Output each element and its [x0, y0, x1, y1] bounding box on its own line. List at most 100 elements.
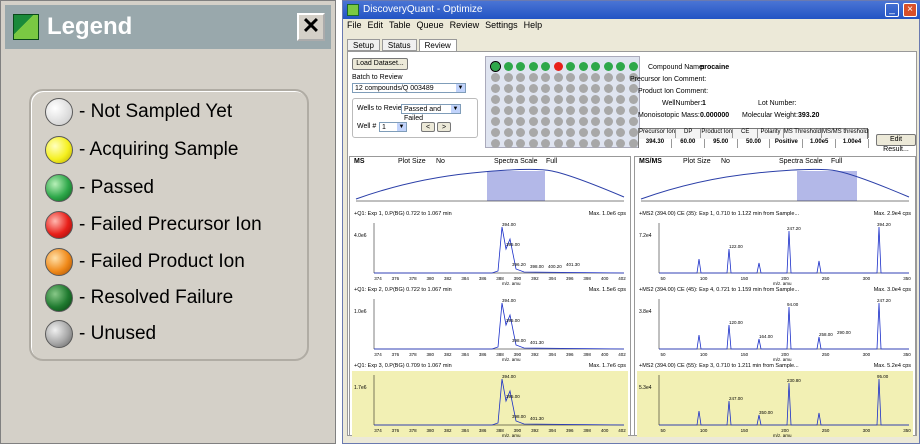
plate-well[interactable]: [503, 128, 513, 137]
msms-spectrum-plot[interactable]: 3.8e450 100 150 200 250 300 350m/z, amu247.209…: [637, 295, 913, 361]
plate-well[interactable]: [491, 128, 500, 137]
plate-well[interactable]: [541, 106, 550, 115]
plate-well[interactable]: [491, 106, 500, 115]
plate-well[interactable]: [566, 95, 575, 104]
msms-spectrum-plot[interactable]: 7.2e450 100 150 200 250 300 350m/z, amu394.202…: [637, 219, 913, 285]
plate-well[interactable]: [528, 117, 538, 126]
tab-status[interactable]: Status: [381, 39, 417, 51]
plate-well[interactable]: [541, 128, 550, 137]
plate-well[interactable]: [491, 95, 500, 104]
plate-well[interactable]: [553, 73, 563, 82]
plate-well[interactable]: [490, 61, 501, 72]
plate-well[interactable]: [491, 139, 500, 148]
app-title-bar[interactable]: DiscoveryQuant - Optimize _ ×: [343, 1, 920, 19]
plate-well[interactable]: [603, 128, 613, 137]
plate-well[interactable]: [491, 117, 500, 126]
plate-well[interactable]: [503, 84, 513, 93]
ms-chromatogram[interactable]: [352, 167, 628, 205]
plate-well[interactable]: [503, 117, 513, 126]
plate-well[interactable]: [566, 84, 575, 93]
menu-file[interactable]: File: [347, 20, 362, 33]
plate-well[interactable]: [516, 106, 525, 115]
ms-spectrum-plot[interactable]: 1.7e6374 376 378 380 382 384 386 388 390 392 394 39…: [352, 371, 628, 437]
plate-well[interactable]: [528, 62, 538, 71]
plate-well[interactable]: [503, 73, 513, 82]
plate-well[interactable]: [578, 139, 588, 148]
plate-well[interactable]: [553, 84, 563, 93]
plate-well[interactable]: [591, 95, 600, 104]
plate-well[interactable]: [541, 84, 550, 93]
plate-well[interactable]: [503, 95, 513, 104]
plate-well[interactable]: [503, 139, 513, 148]
plate-well[interactable]: [628, 95, 638, 104]
plate-well[interactable]: [591, 73, 600, 82]
plate-well[interactable]: [578, 95, 588, 104]
plate-well[interactable]: [578, 84, 588, 93]
plate-well[interactable]: [491, 73, 500, 82]
plate-well[interactable]: [516, 117, 525, 126]
menu-help[interactable]: Help: [524, 20, 543, 33]
plate-well[interactable]: [578, 128, 588, 137]
plate-well[interactable]: [553, 128, 563, 137]
plate-well[interactable]: [566, 139, 575, 148]
plate-well[interactable]: [616, 84, 625, 93]
menu-queue[interactable]: Queue: [417, 20, 444, 33]
next-well-button[interactable]: >: [437, 122, 451, 132]
plate-well[interactable]: [516, 62, 525, 71]
tab-setup[interactable]: Setup: [347, 39, 380, 51]
plate-well[interactable]: [578, 117, 588, 126]
plate-well[interactable]: [566, 128, 575, 137]
tab-review[interactable]: Review: [418, 39, 457, 51]
plate-well[interactable]: [628, 62, 638, 71]
prev-well-button[interactable]: <: [421, 122, 435, 132]
well-plate[interactable]: [485, 56, 640, 148]
plate-well[interactable]: [603, 95, 613, 104]
plate-well[interactable]: [553, 106, 563, 115]
plate-well[interactable]: [591, 117, 600, 126]
menu-table[interactable]: Table: [389, 20, 411, 33]
plate-well[interactable]: [516, 139, 525, 148]
menu-settings[interactable]: Settings: [485, 20, 518, 33]
load-dataset-button[interactable]: Load Dataset...: [352, 58, 408, 70]
plate-well[interactable]: [566, 62, 575, 71]
plate-well[interactable]: [528, 95, 538, 104]
plate-well[interactable]: [578, 62, 588, 71]
plate-well[interactable]: [616, 62, 625, 71]
batch-select[interactable]: 12 compounds/Q 003489 ▼: [352, 83, 466, 93]
plate-well[interactable]: [591, 84, 600, 93]
msms-chromatogram[interactable]: [637, 167, 913, 205]
plate-well[interactable]: [553, 139, 563, 148]
plate-well[interactable]: [541, 117, 550, 126]
ms-spectrum-plot[interactable]: 1.0e6374 376 378 380 382 384 386 388 390 392 394 39…: [352, 295, 628, 361]
plate-well[interactable]: [578, 106, 588, 115]
plate-well[interactable]: [541, 139, 550, 148]
plate-well[interactable]: [516, 84, 525, 93]
plate-well[interactable]: [566, 73, 575, 82]
close-button[interactable]: ✕: [297, 13, 325, 41]
plate-well[interactable]: [503, 106, 513, 115]
plate-well[interactable]: [616, 139, 625, 148]
plate-well[interactable]: [553, 117, 563, 126]
edit-result-button[interactable]: Edit Result...: [876, 134, 916, 153]
plate-well[interactable]: [628, 128, 638, 137]
plate-well[interactable]: [603, 139, 613, 148]
plate-well[interactable]: [616, 73, 625, 82]
plate-well[interactable]: [603, 106, 613, 115]
plate-well[interactable]: [566, 117, 575, 126]
menu-edit[interactable]: Edit: [368, 20, 384, 33]
ms-spectrum-plot[interactable]: 4.0e6374 376 378 380 382 384 386 388 390 392 394 39…: [352, 219, 628, 285]
plate-well[interactable]: [603, 84, 613, 93]
plate-well[interactable]: [553, 95, 563, 104]
wells-select[interactable]: Passed and Failed ▼: [401, 104, 461, 122]
plate-well[interactable]: [603, 73, 613, 82]
plate-well[interactable]: [541, 95, 550, 104]
plate-well[interactable]: [528, 84, 538, 93]
plate-well[interactable]: [516, 128, 525, 137]
plate-well[interactable]: [603, 117, 613, 126]
plate-well[interactable]: [516, 73, 525, 82]
minimize-button[interactable]: _: [885, 3, 899, 17]
plate-well[interactable]: [528, 106, 538, 115]
plate-well[interactable]: [616, 128, 625, 137]
plate-well[interactable]: [591, 62, 600, 71]
plate-well[interactable]: [503, 62, 513, 71]
